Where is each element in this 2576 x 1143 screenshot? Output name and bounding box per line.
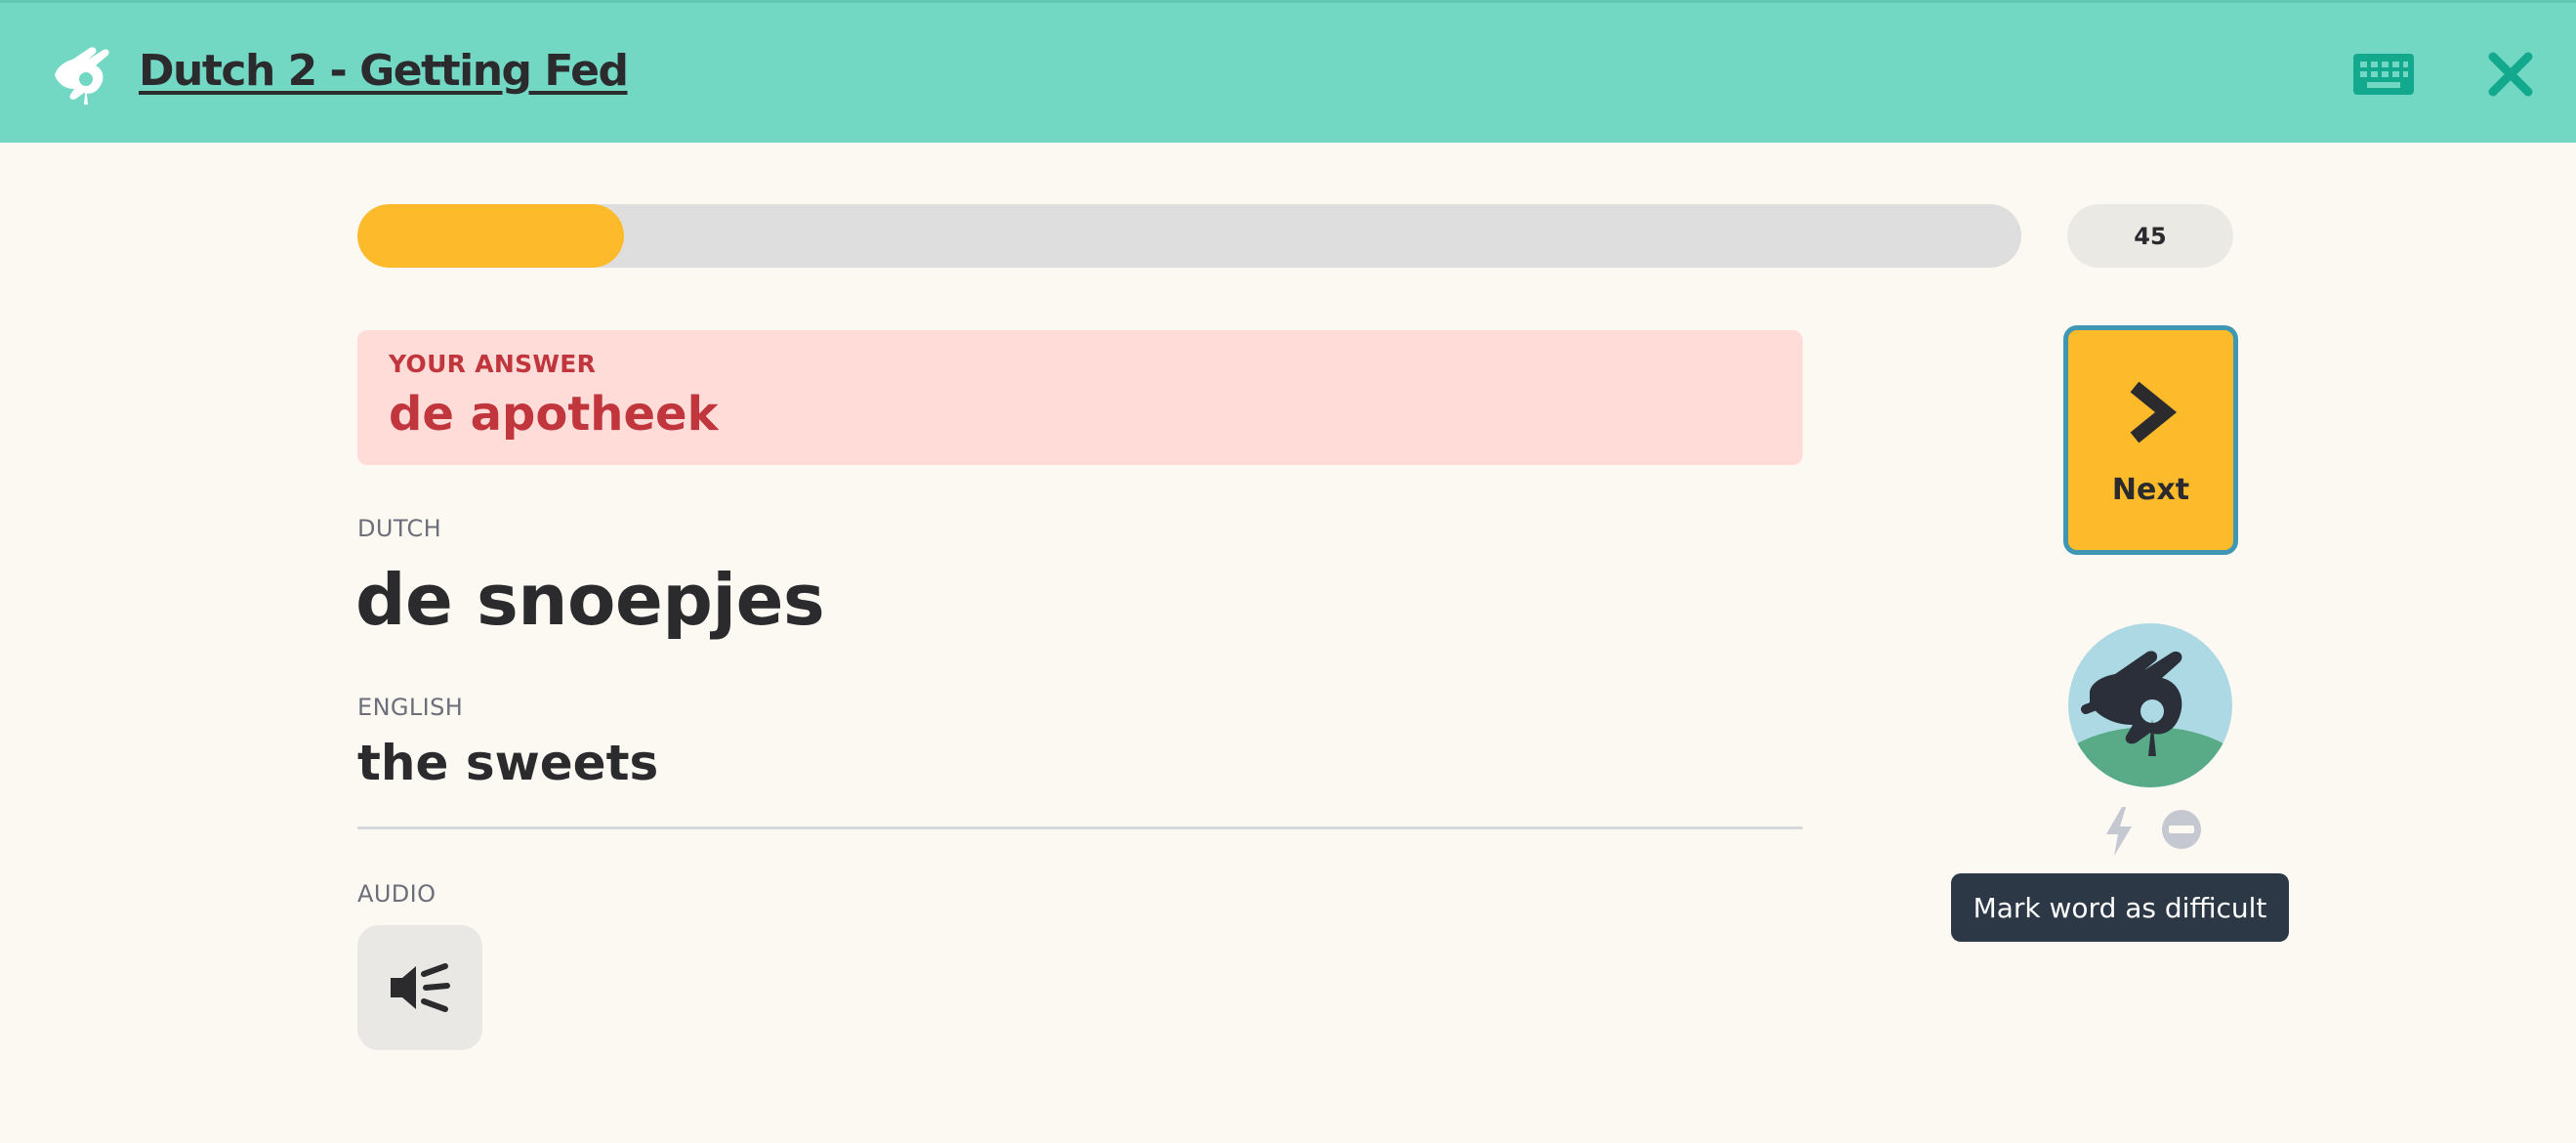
audio-label: AUDIO: [357, 880, 436, 908]
next-label: Next: [2111, 473, 2190, 507]
memory-plant-icon: [2068, 623, 2232, 787]
your-answer-box: YOUR ANSWER de apotheek: [357, 330, 1803, 465]
next-button[interactable]: Next: [2063, 325, 2238, 555]
close-icon[interactable]: [2486, 50, 2535, 99]
memrise-hand-icon[interactable]: [47, 40, 117, 110]
dutch-label: DUTCH: [357, 515, 442, 542]
divider: [357, 826, 1803, 829]
your-answer-label: YOUR ANSWER: [389, 350, 597, 378]
dutch-word: de snoepjes: [355, 559, 825, 641]
top-bar: Dutch 2 - Getting Fed: [0, 0, 2576, 143]
speaker-icon: [391, 963, 450, 1012]
progress-bar: [357, 204, 2021, 268]
score-badge: 45: [2067, 204, 2233, 268]
lightning-icon[interactable]: [2102, 807, 2136, 856]
keyboard-icon[interactable]: [2351, 50, 2416, 99]
tooltip: Mark word as difficult: [1951, 873, 2289, 942]
your-answer-value: de apotheek: [389, 387, 719, 442]
audio-play-button[interactable]: [357, 925, 482, 1050]
ignore-icon[interactable]: [2161, 809, 2202, 850]
course-title-link[interactable]: Dutch 2 - Getting Fed: [139, 46, 629, 96]
english-label: ENGLISH: [357, 694, 464, 721]
english-word: the sweets: [357, 735, 659, 791]
chevron-right-icon: [2130, 381, 2178, 444]
progress-fill: [357, 204, 624, 268]
